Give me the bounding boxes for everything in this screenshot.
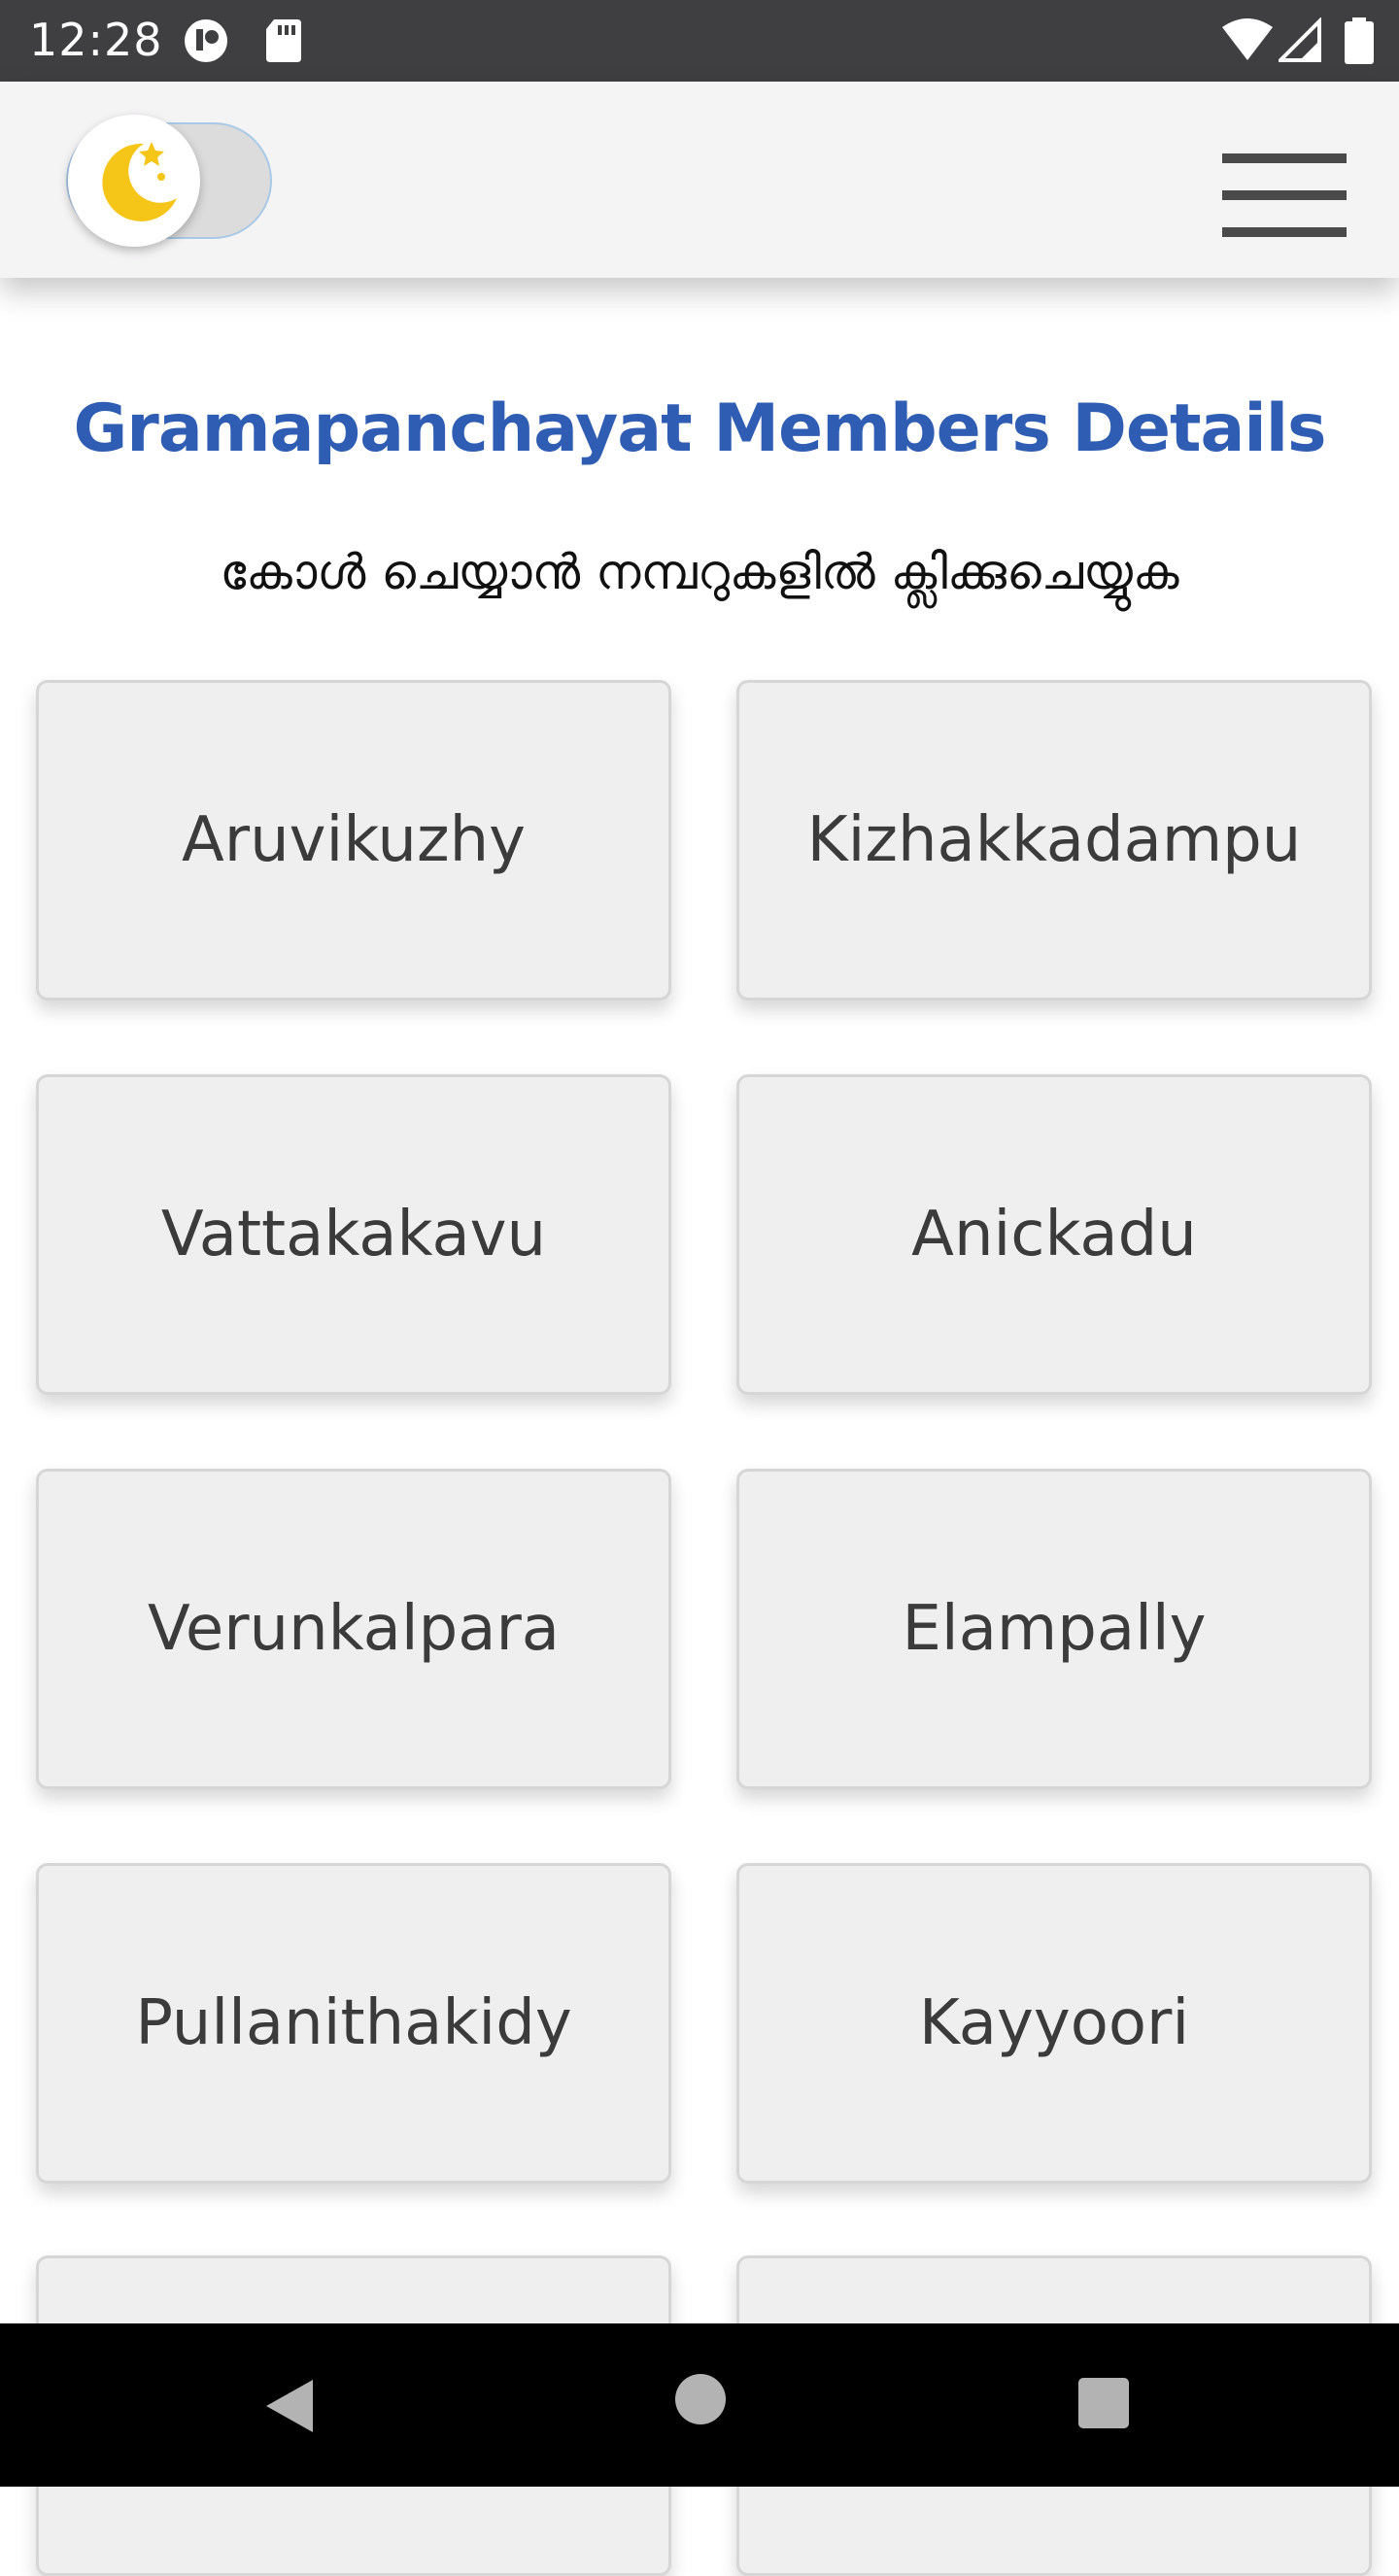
signal-icon: [1276, 17, 1321, 68]
ward-card-elampally[interactable]: Elampally: [736, 1469, 1372, 1789]
status-time: 12:28: [29, 14, 163, 66]
ward-card-anickadu[interactable]: Anickadu: [736, 1074, 1372, 1395]
ward-card-verunkalpara[interactable]: Verunkalpara: [36, 1469, 671, 1789]
system-nav-bar: [0, 2323, 1399, 2487]
ward-card-pullanithakidy[interactable]: Pullanithakidy: [36, 1863, 671, 2184]
back-icon[interactable]: [262, 2376, 317, 2440]
theme-toggle[interactable]: [66, 115, 274, 247]
battery-icon: [1345, 17, 1374, 70]
moon-icon: [102, 142, 177, 221]
ward-card-kayyoori[interactable]: Kayyoori: [736, 1863, 1372, 2184]
sd-card-icon: [264, 17, 303, 68]
menu-line: [1222, 153, 1347, 163]
ward-card-kizhakkadampu[interactable]: Kizhakkadampu: [736, 680, 1372, 1000]
wifi-icon: [1220, 17, 1275, 68]
toggle-knob[interactable]: [68, 115, 200, 247]
ward-card-aruvikuzhy[interactable]: Aruvikuzhy: [36, 680, 671, 1000]
menu-line: [1222, 190, 1347, 200]
ward-card-vattakakavu[interactable]: Vattakakavu: [36, 1074, 671, 1395]
page-title: Gramapanchayat Members Details: [73, 390, 1326, 467]
call-instruction: കോൾ ചെയ്യാൻ നമ്പറുകളിൽ ക്ലിക്കുചെയ്യുക: [220, 544, 1179, 600]
status-bar: 12:28: [0, 0, 1399, 82]
app-header: [0, 82, 1399, 278]
menu-line: [1222, 227, 1347, 237]
recents-icon[interactable]: [1078, 2378, 1129, 2428]
app-notification-icon: [183, 17, 233, 68]
hamburger-menu-icon[interactable]: [1222, 153, 1347, 241]
home-icon[interactable]: [675, 2374, 726, 2424]
